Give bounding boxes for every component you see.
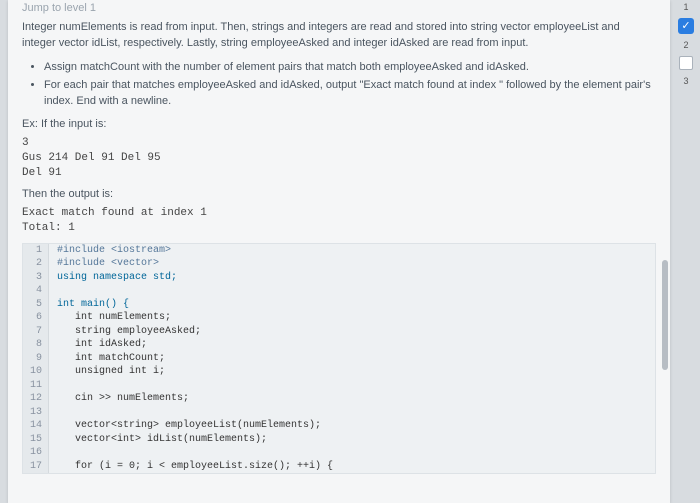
problem-intro: Integer numElements is read from input. … [22,20,656,52]
code-line[interactable]: 4 [23,284,655,298]
line-number: 13 [23,406,49,420]
line-number: 12 [23,392,49,406]
code-line[interactable]: 3using namespace std; [23,271,655,285]
code-text: vector<int> idList(numElements); [49,433,267,447]
code-line[interactable]: 15 vector<int> idList(numElements); [23,433,655,447]
side-number-3: 3 [683,76,688,86]
check-icon[interactable]: ✓ [678,18,694,34]
code-text: int idAsked; [49,338,147,352]
line-number: 4 [23,284,49,298]
problem-page: Jump to level 1 Integer numElements is r… [8,0,670,503]
code-line[interactable]: 12 cin >> numElements; [23,392,655,406]
line-number: 15 [23,433,49,447]
code-text [49,406,57,420]
code-editor[interactable]: 1#include <iostream>2#include <vector>3u… [22,243,656,475]
list-item: Assign matchCount with the number of ele… [44,60,656,76]
vertical-scrollbar[interactable] [662,260,668,370]
code-text: unsigned int i; [49,365,165,379]
line-number: 6 [23,311,49,325]
code-text: #include <vector> [49,257,159,271]
code-line[interactable]: 1#include <iostream> [23,244,655,258]
jump-to-level[interactable]: Jump to level 1 [22,2,656,14]
line-number: 2 [23,257,49,271]
line-number: 8 [23,338,49,352]
line-number: 16 [23,446,49,460]
line-number: 3 [23,271,49,285]
code-text: using namespace std; [49,271,177,285]
code-line[interactable]: 17 for (i = 0; i < employeeList.size(); … [23,460,655,474]
code-text: int numElements; [49,311,171,325]
line-number: 1 [23,244,49,258]
code-text: #include <iostream> [49,244,171,258]
line-number: 5 [23,298,49,312]
list-item: For each pair that matches employeeAsked… [44,78,656,110]
then-label: Then the output is: [22,188,656,200]
code-text: cin >> numElements; [49,392,189,406]
example-output: Exact match found at index 1 Total: 1 [22,206,656,237]
requirements-list: Assign matchCount with the number of ele… [22,60,656,110]
example-label: Ex: If the input is: [22,118,656,130]
code-line[interactable]: 6 int numElements; [23,311,655,325]
example-input: 3 Gus 214 Del 91 Del 95 Del 91 [22,136,656,182]
line-number: 9 [23,352,49,366]
code-text: vector<string> employeeList(numElements)… [49,419,321,433]
code-line[interactable]: 5int main() { [23,298,655,312]
code-text [49,284,57,298]
code-text [49,446,57,460]
side-number-1: 1 [683,2,688,12]
code-line[interactable]: 14 vector<string> employeeList(numElemen… [23,419,655,433]
code-text: for (i = 0; i < employeeList.size(); ++i… [49,460,333,474]
code-text: int matchCount; [49,352,165,366]
code-line[interactable]: 8 int idAsked; [23,338,655,352]
line-number: 17 [23,460,49,474]
code-line[interactable]: 10 unsigned int i; [23,365,655,379]
empty-checkbox-icon[interactable] [679,56,693,70]
code-text: int main() { [49,298,129,312]
code-line[interactable]: 13 [23,406,655,420]
side-icon-column: 1 ✓ 2 3 [676,2,696,86]
code-line[interactable]: 16 [23,446,655,460]
line-number: 10 [23,365,49,379]
code-text: string employeeAsked; [49,325,201,339]
line-number: 11 [23,379,49,393]
code-text [49,379,57,393]
code-line[interactable]: 7 string employeeAsked; [23,325,655,339]
code-line[interactable]: 2#include <vector> [23,257,655,271]
code-line[interactable]: 11 [23,379,655,393]
line-number: 14 [23,419,49,433]
side-number-2: 2 [683,40,688,50]
line-number: 7 [23,325,49,339]
code-line[interactable]: 9 int matchCount; [23,352,655,366]
